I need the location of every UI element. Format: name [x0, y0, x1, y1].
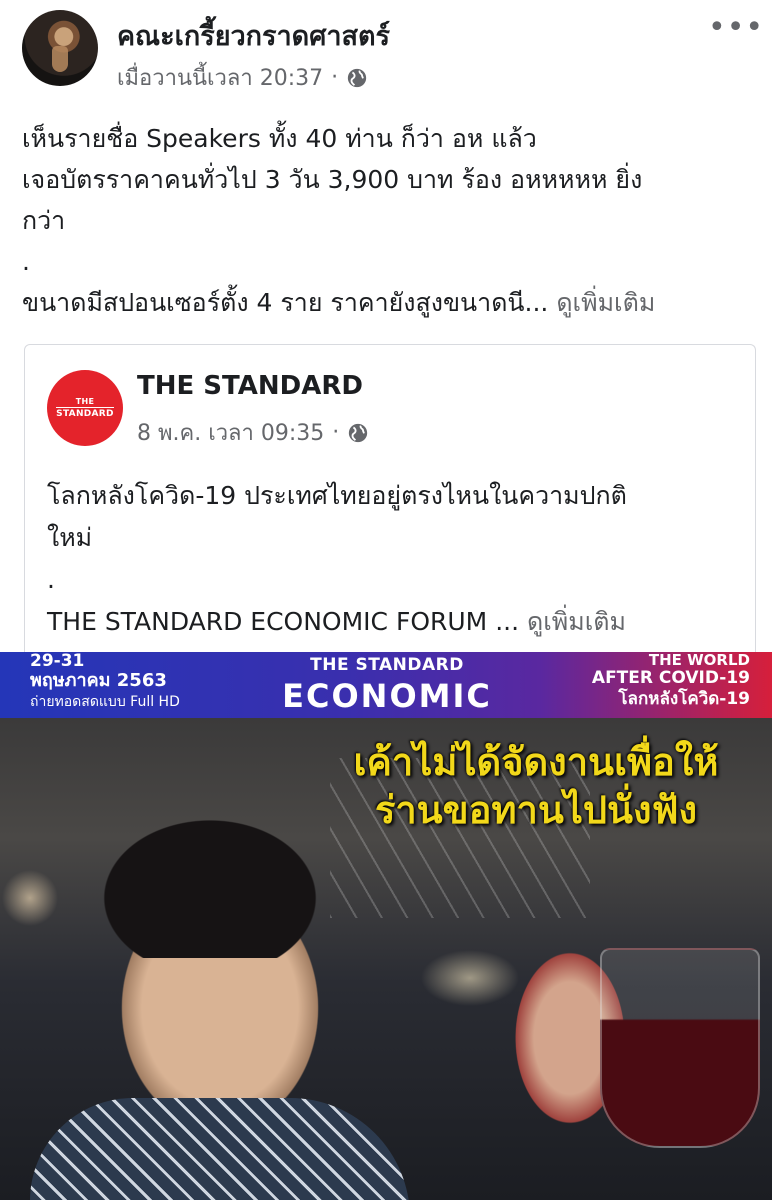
- banner-date-block: 29-31 พฤษภาคม 2563 ถ่ายทอดสดแบบ Full HD: [30, 652, 180, 712]
- logo-line1: THE: [75, 397, 95, 406]
- post-text-line: กว่า: [22, 206, 66, 235]
- post-text-line-last: ขนาดมีสปอนเซอร์ตั้ง 4 ราย ราคายังสูงขนาด…: [22, 282, 752, 323]
- banner-after: AFTER COVID-19: [591, 668, 750, 688]
- shared-text-line: .: [47, 565, 55, 594]
- logo-line2: STANDARD: [56, 407, 114, 419]
- shared-text-line-last: THE STANDARD ECONOMIC FORUM ... ดูเพิ่มเ…: [47, 601, 737, 643]
- shared-text-line: ใหม่: [47, 523, 93, 552]
- meme-caption: เค้าไม่ได้จัดงานเพื่อให้ ร่านขอทานไปนั่ง…: [300, 738, 772, 834]
- banner-dates: 29-31: [30, 652, 85, 671]
- shared-text-line: โลกหลังโควิด-19 ประเทศไทยอยู่ตรงไหนในควา…: [47, 481, 627, 510]
- banner-month: พฤษภาคม 2563: [30, 670, 167, 691]
- meta-separator: ·: [331, 65, 339, 90]
- post-body: เห็นรายชื่อ Speakers ทั้ง 40 ท่าน ก็ว่า …: [22, 118, 752, 323]
- post-image[interactable]: 29-31 พฤษภาคม 2563 ถ่ายทอดสดแบบ Full HD …: [0, 652, 772, 1200]
- the-standard-logo[interactable]: THE STANDARD: [47, 370, 123, 446]
- wine-glass: [600, 948, 760, 1148]
- post-header: คณะเกรี้ยวกราดศาสตร์ เมื่อวานนี้เวลา 20:…: [0, 0, 772, 110]
- shared-page-name[interactable]: THE STANDARD: [137, 371, 363, 401]
- meme-photo: เค้าไม่ได้จัดงานเพื่อให้ ร่านขอทานไปนั่ง…: [0, 718, 772, 1200]
- shared-timestamp[interactable]: 8 พ.ค. เวลา 09:35: [137, 415, 324, 450]
- banner-theme-block: THE WORLD AFTER COVID-19 โลกหลังโควิด-19: [570, 652, 750, 710]
- post-timestamp[interactable]: เมื่อวานนี้เวลา 20:37: [117, 60, 323, 95]
- post-text-line: .: [22, 247, 30, 276]
- post-text-line: เห็นรายชื่อ Speakers ทั้ง 40 ท่าน ก็ว่า …: [22, 124, 537, 153]
- shared-text-truncated: THE STANDARD ECONOMIC FORUM ...: [47, 607, 520, 636]
- banner-economic: ECONOMIC: [282, 677, 492, 715]
- post-text-line: เจอบัตรราคาคนทั่วไป 3 วัน 3,900 บาท ร้อง…: [22, 165, 643, 194]
- see-more-link[interactable]: ดูเพิ่มเติม: [556, 288, 655, 317]
- shared-meta: 8 พ.ค. เวลา 09:35 ·: [137, 415, 369, 450]
- more-options-icon[interactable]: •••: [708, 10, 764, 45]
- meme-caption-line1: เค้าไม่ได้จัดงานเพื่อให้: [353, 740, 719, 784]
- globe-icon: [349, 423, 368, 442]
- post-meta: เมื่อวานนี้เวลา 20:37 ·: [117, 60, 368, 95]
- meme-caption-line2: ร่านขอทานไปนั่งฟัง: [374, 788, 698, 832]
- globe-icon: [347, 68, 367, 87]
- post-text-truncated: ขนาดมีสปอนเซอร์ตั้ง 4 ราย ราคายังสูงขนาด…: [22, 288, 549, 317]
- author-avatar[interactable]: [22, 10, 98, 86]
- banner-world: THE WORLD: [648, 652, 750, 669]
- banner-standard: THE STANDARD: [310, 655, 464, 675]
- shared-body: โลกหลังโควิด-19 ประเทศไทยอยู่ตรงไหนในควา…: [47, 475, 737, 643]
- shared-post-card[interactable]: THE STANDARD THE STANDARD 8 พ.ค. เวลา 09…: [24, 344, 756, 664]
- banner-thai: โลกหลังโควิด-19: [618, 689, 750, 709]
- author-name[interactable]: คณะเกรี้ยวกราดศาสตร์: [117, 14, 390, 57]
- meta-separator: ·: [332, 420, 340, 445]
- shared-see-more-link[interactable]: ดูเพิ่มเติม: [527, 607, 626, 636]
- event-banner: 29-31 พฤษภาคม 2563 ถ่ายทอดสดแบบ Full HD …: [0, 652, 772, 718]
- banner-title-block: THE STANDARD ECONOMIC: [262, 652, 512, 715]
- banner-live: ถ่ายทอดสดแบบ Full HD: [30, 694, 180, 710]
